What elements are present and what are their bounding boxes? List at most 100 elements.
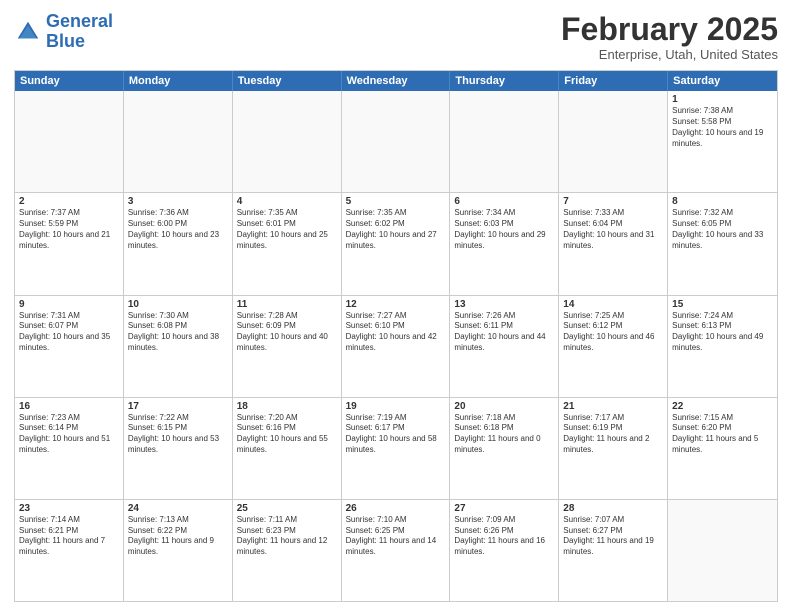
day-cell-18: 18Sunrise: 7:20 AM Sunset: 6:16 PM Dayli… (233, 398, 342, 499)
cell-info: Sunrise: 7:24 AM Sunset: 6:13 PM Dayligh… (672, 311, 773, 354)
week-row-4: 23Sunrise: 7:14 AM Sunset: 6:21 PM Dayli… (15, 500, 777, 601)
week-row-0: 1Sunrise: 7:38 AM Sunset: 5:58 PM Daylig… (15, 91, 777, 193)
cell-info: Sunrise: 7:17 AM Sunset: 6:19 PM Dayligh… (563, 413, 663, 456)
cell-info: Sunrise: 7:15 AM Sunset: 6:20 PM Dayligh… (672, 413, 773, 456)
header-day-monday: Monday (124, 71, 233, 91)
day-cell-27: 27Sunrise: 7:09 AM Sunset: 6:26 PM Dayli… (450, 500, 559, 601)
day-cell-21: 21Sunrise: 7:17 AM Sunset: 6:19 PM Dayli… (559, 398, 668, 499)
cell-info: Sunrise: 7:20 AM Sunset: 6:16 PM Dayligh… (237, 413, 337, 456)
empty-cell (559, 91, 668, 192)
header-day-saturday: Saturday (668, 71, 777, 91)
calendar-page: General Blue February 2025 Enterprise, U… (0, 0, 792, 612)
logo-text: General Blue (46, 12, 113, 52)
day-number: 21 (563, 401, 663, 412)
day-cell-16: 16Sunrise: 7:23 AM Sunset: 6:14 PM Dayli… (15, 398, 124, 499)
calendar-body: 1Sunrise: 7:38 AM Sunset: 5:58 PM Daylig… (15, 91, 777, 601)
calendar: SundayMondayTuesdayWednesdayThursdayFrid… (14, 70, 778, 602)
day-cell-25: 25Sunrise: 7:11 AM Sunset: 6:23 PM Dayli… (233, 500, 342, 601)
day-number: 24 (128, 503, 228, 514)
day-number: 11 (237, 299, 337, 310)
day-cell-11: 11Sunrise: 7:28 AM Sunset: 6:09 PM Dayli… (233, 296, 342, 397)
day-cell-3: 3Sunrise: 7:36 AM Sunset: 6:00 PM Daylig… (124, 193, 233, 294)
day-cell-5: 5Sunrise: 7:35 AM Sunset: 6:02 PM Daylig… (342, 193, 451, 294)
cell-info: Sunrise: 7:18 AM Sunset: 6:18 PM Dayligh… (454, 413, 554, 456)
logo-general: General (46, 11, 113, 31)
cell-info: Sunrise: 7:14 AM Sunset: 6:21 PM Dayligh… (19, 515, 119, 558)
empty-cell (124, 91, 233, 192)
header-day-friday: Friday (559, 71, 668, 91)
day-cell-4: 4Sunrise: 7:35 AM Sunset: 6:01 PM Daylig… (233, 193, 342, 294)
day-cell-8: 8Sunrise: 7:32 AM Sunset: 6:05 PM Daylig… (668, 193, 777, 294)
day-number: 23 (19, 503, 119, 514)
day-number: 6 (454, 196, 554, 207)
day-cell-9: 9Sunrise: 7:31 AM Sunset: 6:07 PM Daylig… (15, 296, 124, 397)
cell-info: Sunrise: 7:37 AM Sunset: 5:59 PM Dayligh… (19, 208, 119, 251)
header-day-wednesday: Wednesday (342, 71, 451, 91)
cell-info: Sunrise: 7:33 AM Sunset: 6:04 PM Dayligh… (563, 208, 663, 251)
logo: General Blue (14, 12, 113, 52)
day-cell-7: 7Sunrise: 7:33 AM Sunset: 6:04 PM Daylig… (559, 193, 668, 294)
cell-info: Sunrise: 7:07 AM Sunset: 6:27 PM Dayligh… (563, 515, 663, 558)
header: General Blue February 2025 Enterprise, U… (14, 12, 778, 62)
cell-info: Sunrise: 7:25 AM Sunset: 6:12 PM Dayligh… (563, 311, 663, 354)
day-cell-2: 2Sunrise: 7:37 AM Sunset: 5:59 PM Daylig… (15, 193, 124, 294)
day-number: 20 (454, 401, 554, 412)
day-cell-10: 10Sunrise: 7:30 AM Sunset: 6:08 PM Dayli… (124, 296, 233, 397)
day-cell-12: 12Sunrise: 7:27 AM Sunset: 6:10 PM Dayli… (342, 296, 451, 397)
empty-cell (668, 500, 777, 601)
empty-cell (233, 91, 342, 192)
day-cell-24: 24Sunrise: 7:13 AM Sunset: 6:22 PM Dayli… (124, 500, 233, 601)
day-cell-15: 15Sunrise: 7:24 AM Sunset: 6:13 PM Dayli… (668, 296, 777, 397)
cell-info: Sunrise: 7:38 AM Sunset: 5:58 PM Dayligh… (672, 106, 773, 149)
day-cell-20: 20Sunrise: 7:18 AM Sunset: 6:18 PM Dayli… (450, 398, 559, 499)
empty-cell (15, 91, 124, 192)
day-number: 18 (237, 401, 337, 412)
cell-info: Sunrise: 7:13 AM Sunset: 6:22 PM Dayligh… (128, 515, 228, 558)
empty-cell (342, 91, 451, 192)
header-day-thursday: Thursday (450, 71, 559, 91)
day-number: 27 (454, 503, 554, 514)
week-row-2: 9Sunrise: 7:31 AM Sunset: 6:07 PM Daylig… (15, 296, 777, 398)
day-number: 5 (346, 196, 446, 207)
day-number: 28 (563, 503, 663, 514)
day-number: 22 (672, 401, 773, 412)
cell-info: Sunrise: 7:31 AM Sunset: 6:07 PM Dayligh… (19, 311, 119, 354)
logo-icon (14, 18, 42, 46)
day-number: 25 (237, 503, 337, 514)
day-cell-23: 23Sunrise: 7:14 AM Sunset: 6:21 PM Dayli… (15, 500, 124, 601)
week-row-3: 16Sunrise: 7:23 AM Sunset: 6:14 PM Dayli… (15, 398, 777, 500)
cell-info: Sunrise: 7:34 AM Sunset: 6:03 PM Dayligh… (454, 208, 554, 251)
header-day-sunday: Sunday (15, 71, 124, 91)
day-number: 7 (563, 196, 663, 207)
day-number: 14 (563, 299, 663, 310)
day-number: 3 (128, 196, 228, 207)
week-row-1: 2Sunrise: 7:37 AM Sunset: 5:59 PM Daylig… (15, 193, 777, 295)
cell-info: Sunrise: 7:28 AM Sunset: 6:09 PM Dayligh… (237, 311, 337, 354)
day-number: 26 (346, 503, 446, 514)
day-number: 15 (672, 299, 773, 310)
day-cell-19: 19Sunrise: 7:19 AM Sunset: 6:17 PM Dayli… (342, 398, 451, 499)
cell-info: Sunrise: 7:32 AM Sunset: 6:05 PM Dayligh… (672, 208, 773, 251)
day-number: 2 (19, 196, 119, 207)
month-title: February 2025 (561, 12, 778, 47)
calendar-header: SundayMondayTuesdayWednesdayThursdayFrid… (15, 71, 777, 91)
day-cell-17: 17Sunrise: 7:22 AM Sunset: 6:15 PM Dayli… (124, 398, 233, 499)
cell-info: Sunrise: 7:11 AM Sunset: 6:23 PM Dayligh… (237, 515, 337, 558)
day-cell-28: 28Sunrise: 7:07 AM Sunset: 6:27 PM Dayli… (559, 500, 668, 601)
day-cell-6: 6Sunrise: 7:34 AM Sunset: 6:03 PM Daylig… (450, 193, 559, 294)
logo-blue: Blue (46, 31, 85, 51)
day-number: 8 (672, 196, 773, 207)
day-cell-14: 14Sunrise: 7:25 AM Sunset: 6:12 PM Dayli… (559, 296, 668, 397)
cell-info: Sunrise: 7:19 AM Sunset: 6:17 PM Dayligh… (346, 413, 446, 456)
empty-cell (450, 91, 559, 192)
cell-info: Sunrise: 7:22 AM Sunset: 6:15 PM Dayligh… (128, 413, 228, 456)
day-cell-1: 1Sunrise: 7:38 AM Sunset: 5:58 PM Daylig… (668, 91, 777, 192)
title-block: February 2025 Enterprise, Utah, United S… (561, 12, 778, 62)
cell-info: Sunrise: 7:27 AM Sunset: 6:10 PM Dayligh… (346, 311, 446, 354)
day-cell-13: 13Sunrise: 7:26 AM Sunset: 6:11 PM Dayli… (450, 296, 559, 397)
day-number: 13 (454, 299, 554, 310)
header-day-tuesday: Tuesday (233, 71, 342, 91)
cell-info: Sunrise: 7:35 AM Sunset: 6:01 PM Dayligh… (237, 208, 337, 251)
day-number: 17 (128, 401, 228, 412)
day-number: 10 (128, 299, 228, 310)
